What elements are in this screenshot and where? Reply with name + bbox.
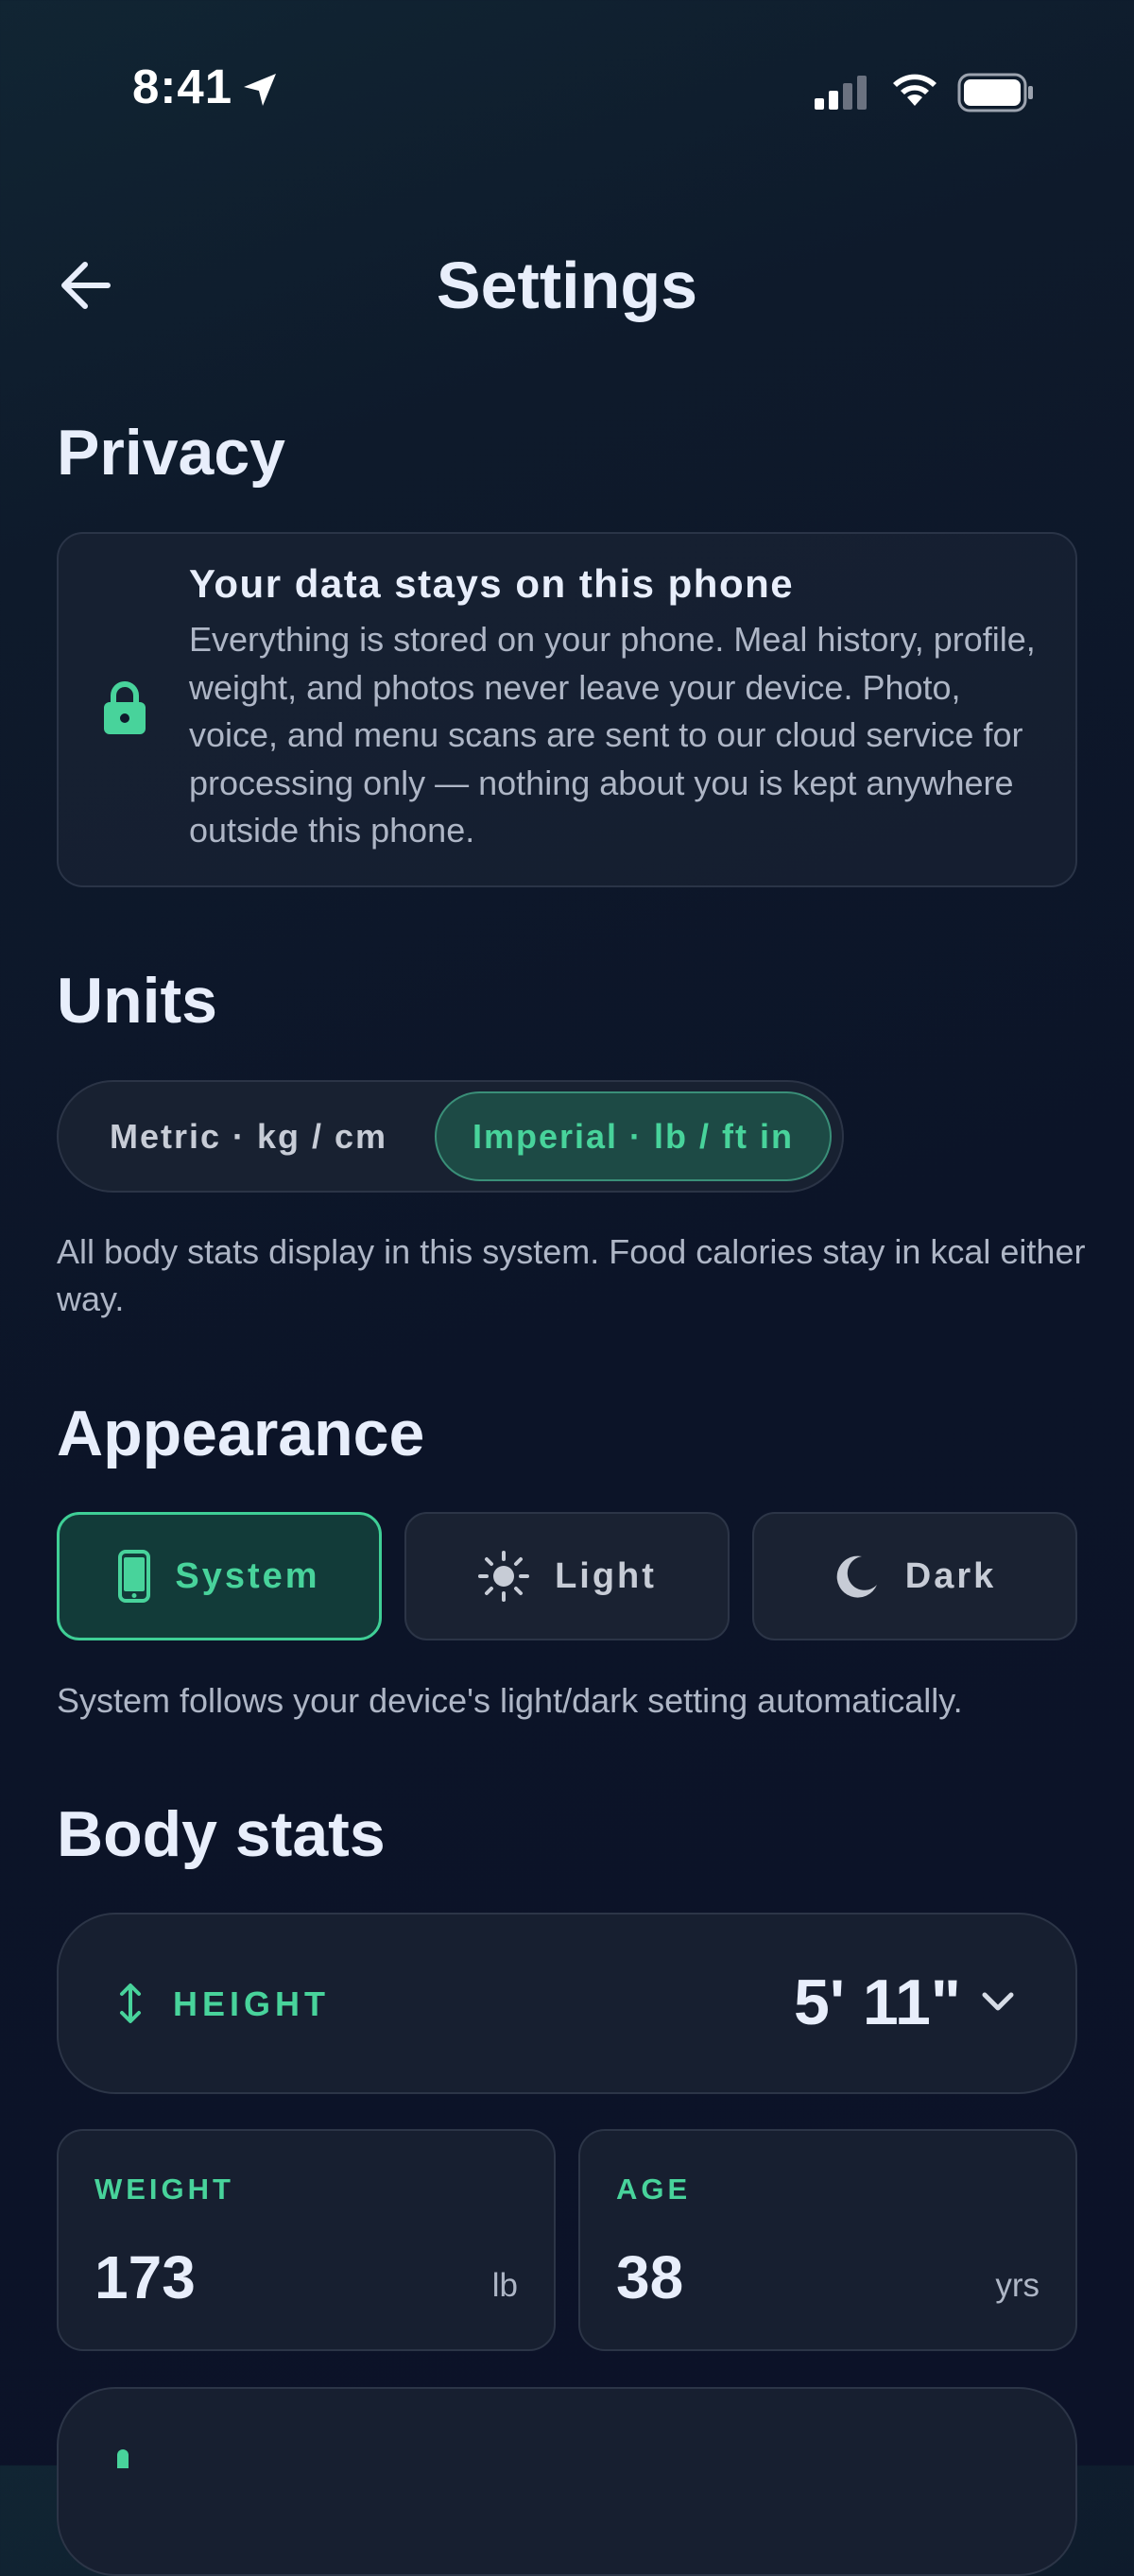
status-time: 8:41 <box>132 60 233 113</box>
privacy-card-title: Your data stays on this phone <box>189 561 795 606</box>
weight-value: 173 <box>94 2243 196 2311</box>
sun-icon <box>478 1551 530 1602</box>
privacy-heading: Privacy <box>57 417 285 489</box>
units-option-metric[interactable]: Metric · kg / cm <box>69 1091 428 1181</box>
droplet-icon <box>117 2449 129 2468</box>
appearance-option-label: System <box>175 1555 320 1596</box>
age-value: 38 <box>616 2243 684 2311</box>
appearance-option-light[interactable]: Light <box>404 1512 730 1640</box>
partial-stat-card[interactable] <box>57 2387 1077 2576</box>
phone-icon <box>118 1550 151 1603</box>
location-arrow-icon <box>244 74 276 106</box>
body-stats-heading: Body stats <box>57 1798 386 1870</box>
age-card[interactable]: AGE 38 yrs <box>578 2129 1077 2351</box>
appearance-option-system[interactable]: System <box>57 1512 382 1640</box>
appearance-option-dark[interactable]: Dark <box>752 1512 1077 1640</box>
age-label: AGE <box>616 2172 692 2206</box>
moon-icon <box>836 1555 877 1598</box>
units-heading: Units <box>57 965 217 1037</box>
cellular-signal-icon <box>815 76 867 110</box>
lock-icon <box>104 681 146 734</box>
units-option-imperial[interactable]: Imperial · lb / ft in <box>435 1091 832 1181</box>
appearance-helper-text: System follows your device's light/dark … <box>57 1681 963 1720</box>
appearance-heading: Appearance <box>57 1398 425 1469</box>
weight-unit: lb <box>491 2267 518 2304</box>
height-label: HEIGHT <box>173 1984 331 2023</box>
battery-icon <box>957 73 1033 112</box>
height-value: 5' 11" <box>794 1966 962 2038</box>
units-helper-text: All body stats display in this system. F… <box>57 1232 1086 1318</box>
vertical-resize-icon <box>120 1984 141 2023</box>
wifi-icon <box>893 74 936 106</box>
privacy-card-body: Everything is stored on your phone. Meal… <box>189 620 1036 850</box>
weight-card[interactable]: WEIGHT 173 lb <box>57 2129 556 2351</box>
weight-label: WEIGHT <box>94 2172 234 2206</box>
appearance-option-label: Dark <box>904 1555 997 1596</box>
appearance-option-label: Light <box>555 1555 657 1596</box>
page-title: Settings <box>436 249 698 322</box>
age-unit: yrs <box>995 2267 1040 2304</box>
chevron-down-icon <box>982 1992 1014 2011</box>
